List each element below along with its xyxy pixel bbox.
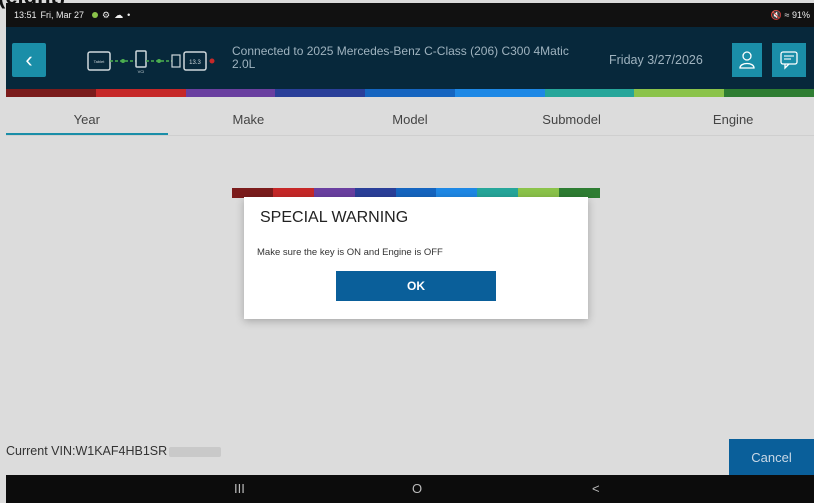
connection-status: Connected to 2025 Mercedes-Benz C-Class … <box>232 44 569 71</box>
connection-diagram: Tablet VCI 13.3 <box>87 50 215 74</box>
tab-engine[interactable]: Engine <box>652 97 814 135</box>
tab-model[interactable]: Model <box>329 97 491 135</box>
brand-stripe <box>6 89 814 97</box>
tab-make[interactable]: Make <box>168 97 330 135</box>
vci-icon <box>135 50 147 68</box>
messages-button[interactable] <box>772 43 806 77</box>
current-vin: Current VIN:W1KAF4HB1SR <box>6 444 222 458</box>
settings-icon: ⚙ <box>102 9 111 20</box>
wifi-icon: ≈ <box>784 9 790 20</box>
link-node-1 <box>121 59 125 63</box>
vehicle-select-tabs: Year Make Model Submodel Engine <box>6 97 814 136</box>
status-bar: 13:51 Fri, Mar 27 ⚙ ☁ • 🔇 ≈ 91% <box>6 3 814 27</box>
notification-dot-icon <box>92 12 99 18</box>
app-header: ‹ Tablet VCI 13.3 Connected to 2025 Merc… <box>6 27 814 89</box>
user-icon <box>739 51 755 69</box>
ok-button[interactable]: OK <box>336 271 496 301</box>
nav-back-button[interactable]: < <box>592 481 600 496</box>
battery-level: 91% <box>791 9 810 20</box>
home-button[interactable]: O <box>412 481 422 496</box>
tab-year[interactable]: Year <box>6 97 168 135</box>
chevron-left-icon: ‹ <box>25 47 33 72</box>
vin-label: Current VIN: <box>6 444 76 458</box>
vin-redacted <box>169 446 222 457</box>
system-nav-bar: III O < <box>6 475 814 503</box>
dialog-title: SPECIAL WARNING <box>260 209 409 226</box>
recents-button[interactable]: III <box>234 481 245 496</box>
cloud-icon: ☁ <box>114 9 124 20</box>
tablet-label: Tablet <box>94 59 106 64</box>
user-button[interactable] <box>732 43 762 77</box>
link-node-2 <box>157 59 161 63</box>
mute-icon: 🔇 <box>770 9 782 20</box>
battery-voltage: 13.3 <box>189 60 201 66</box>
more-dot-icon: • <box>127 10 131 20</box>
status-icons: ⚙ ☁ • <box>92 10 130 21</box>
chat-icon <box>780 51 798 70</box>
header-date: Friday 3/27/2026 <box>609 53 703 67</box>
dialog-message: Make sure the key is ON and Engine is OF… <box>257 247 443 258</box>
vci-label: VCI <box>138 69 145 74</box>
status-date: Fri, Mar 27 <box>40 10 85 20</box>
status-indicator <box>209 58 215 64</box>
cancel-button[interactable]: Cancel <box>729 439 814 475</box>
status-time: 13:51 <box>14 10 37 20</box>
tab-submodel[interactable]: Submodel <box>491 97 653 135</box>
special-warning-dialog: SPECIAL WARNING Make sure the key is ON … <box>244 197 588 319</box>
back-button[interactable]: ‹ <box>12 43 46 77</box>
vin-value: W1KAF4HB1SR <box>75 444 168 458</box>
connector-icon <box>171 54 181 68</box>
status-right: 🔇 ≈ 91% <box>771 10 810 21</box>
